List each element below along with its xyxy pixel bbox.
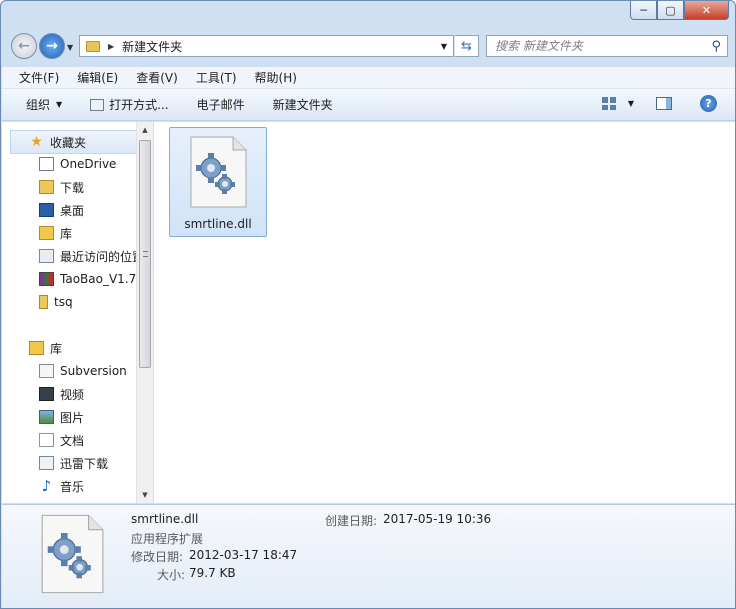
details-size-label: 大小: [157,568,186,582]
menu-view[interactable]: 查看(V) [127,69,187,86]
library-icon [39,226,54,240]
refresh-button[interactable]: ⇆ [455,35,479,57]
dll-gear-file-icon [190,136,247,208]
recent-places-icon [39,249,54,263]
preview-pane-icon[interactable] [656,97,672,110]
nav-scrollbar[interactable]: ▲ ▼ [136,122,153,503]
open-with-icon [90,98,105,111]
onedrive-icon [39,157,54,171]
back-button[interactable]: ← [11,33,37,59]
breadcrumb-current[interactable]: 新建文件夹 [122,38,182,55]
refresh-icon: ⇆ [461,38,472,54]
chevron-down-icon: ▼ [56,100,63,109]
address-dropdown-icon[interactable]: ▼ [441,42,447,51]
breadcrumb-arrow-icon[interactable]: ▶ [108,42,114,51]
close-button[interactable]: ✕ [684,1,729,20]
downloads-folder-icon [39,180,54,194]
folder-icon [39,295,48,309]
details-created-value: 2017-05-19 10:36 [383,512,492,526]
forward-button[interactable]: → [39,33,65,59]
caption-buttons: ─ ▢ ✕ [630,1,729,20]
documents-library-icon [39,433,54,447]
music-note-icon: ♪ [41,477,52,495]
subversion-icon [39,364,54,378]
email-button[interactable]: 电子邮件 [197,96,245,113]
desktop-icon [39,203,54,217]
nav-item-recent[interactable]: 最近访问的位置 [39,246,137,266]
xunlei-download-icon [39,456,54,470]
details-size-value: 79.7 KB [189,566,236,580]
details-created-label: 创建日期: [325,514,378,528]
star-icon: ★ [30,134,43,150]
details-file-type: 应用程序扩展 [131,532,204,546]
help-icon[interactable]: ? [700,95,717,112]
file-item-name: smrtline.dll [184,217,252,231]
pictures-library-icon [39,410,54,424]
library-icon [29,341,44,355]
file-list: smrtline.dll [154,122,735,503]
scroll-up-icon[interactable]: ▲ [137,122,153,138]
navigation-pane: ★ 收藏夹 OneDrive 下载 桌面 库 最近访问的位置 TaoBao_V1… [2,122,153,503]
organize-label: 组织 [26,98,51,112]
open-with-button[interactable]: 打开方式... [90,96,169,113]
search-icon[interactable]: ⚲ [711,39,721,54]
nav-item-taobao[interactable]: TaoBao_V1.7 [39,269,137,289]
command-bar: 组织 ▼ 打开方式... 电子邮件 新建文件夹 ▼ ? [2,89,735,121]
explorer-window: ─ ▢ ✕ ← → ▼ ▶ 新建文件夹 ▼ ⇆ ⚲ 文件(F) 编辑(E) 查看… [0,0,736,609]
details-file-name: smrtline.dll [131,512,199,526]
change-view-icon[interactable] [601,97,616,110]
file-item-smrtline[interactable]: smrtline.dll [169,127,267,237]
email-label: 电子邮件 [196,98,245,112]
maximize-button[interactable]: ▢ [657,1,684,20]
winrar-archive-icon [39,272,54,286]
search-box[interactable]: ⚲ [486,35,728,57]
menu-edit[interactable]: 编辑(E) [68,69,127,86]
history-dropdown-icon[interactable]: ▼ [67,43,73,52]
address-row: ← → ▼ ▶ 新建文件夹 ▼ ⇆ ⚲ [1,29,735,63]
menu-bar: 文件(F) 编辑(E) 查看(V) 工具(T) 帮助(H) [2,67,735,89]
menu-help[interactable]: 帮助(H) [246,69,306,86]
view-controls: ▼ ? [601,95,717,112]
back-arrow-icon: ← [18,38,30,54]
view-dropdown-icon[interactable]: ▼ [628,99,634,108]
forward-arrow-icon: → [46,38,58,54]
menu-tools[interactable]: 工具(T) [187,69,246,86]
search-input[interactable] [495,39,700,53]
details-modified-value: 2012-03-17 18:47 [189,548,298,562]
scroll-down-icon[interactable]: ▼ [137,487,153,503]
details-pane: smrtline.dll 应用程序扩展 修改日期: 2012-03-17 18:… [2,504,735,608]
folder-icon [86,40,100,52]
video-library-icon [39,387,54,401]
menu-file[interactable]: 文件(F) [2,69,68,86]
new-folder-button[interactable]: 新建文件夹 [273,96,333,113]
new-folder-label: 新建文件夹 [272,98,333,112]
dll-gear-file-icon [41,514,104,594]
scrollbar-thumb[interactable] [139,140,151,368]
open-with-label: 打开方式... [109,98,169,112]
minimize-button[interactable]: ─ [630,1,657,20]
address-bar[interactable]: ▶ 新建文件夹 ▼ [79,35,454,57]
details-modified-label: 修改日期: [131,550,184,564]
organize-button[interactable]: 组织 ▼ [26,96,62,113]
